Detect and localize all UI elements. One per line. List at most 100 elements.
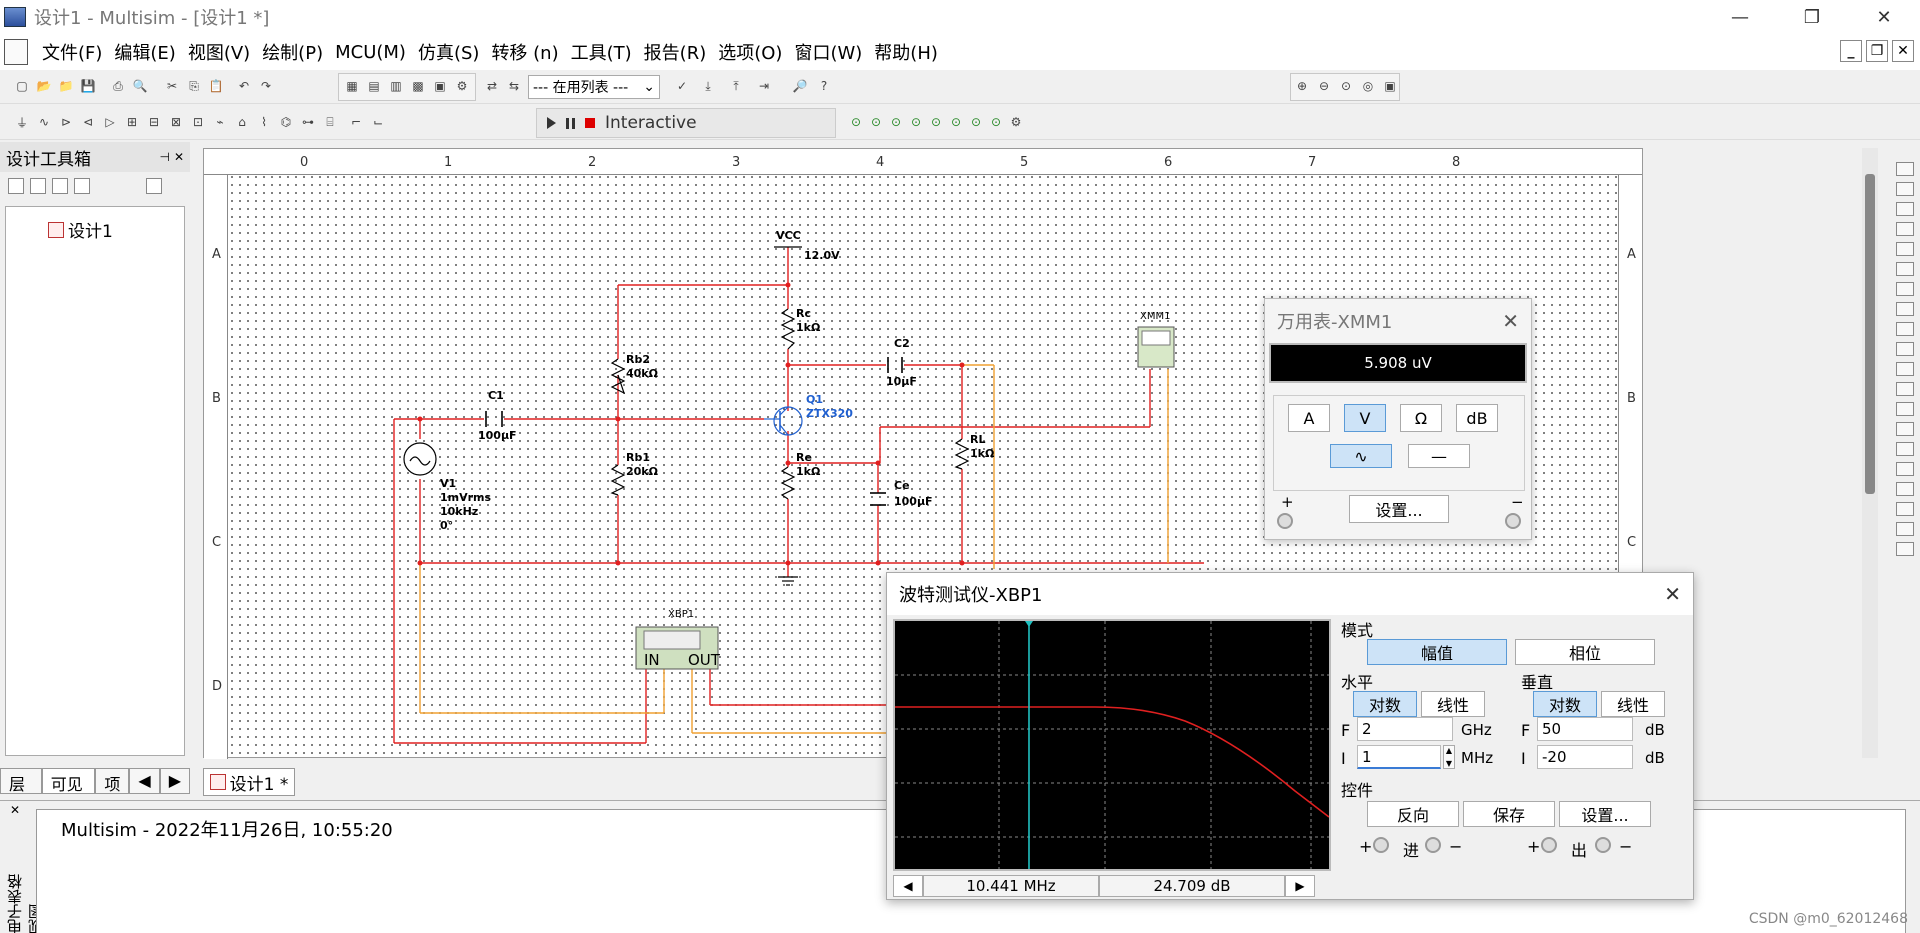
analog-icon[interactable]: ▷ <box>100 112 120 132</box>
annotate-icon[interactable]: ⤒ <box>726 76 746 96</box>
tab-project[interactable]: 项 <box>95 768 130 794</box>
undo-icon[interactable]: ↶ <box>234 76 254 96</box>
new-design-icon[interactable] <box>8 178 24 194</box>
print-preview-icon[interactable]: 🔍 <box>130 76 150 96</box>
in-positive-terminal[interactable] <box>1373 837 1389 853</box>
horizontal-log-button[interactable]: 对数 <box>1353 691 1417 717</box>
open-sample-icon[interactable]: 📁 <box>56 76 76 96</box>
ohmmeter-button[interactable]: Ω <box>1400 404 1442 432</box>
menu-help[interactable]: 帮助(H) <box>868 39 944 65</box>
vertical-final-input[interactable]: 50 <box>1537 717 1633 741</box>
probe-digital-icon[interactable]: ⊙ <box>966 112 986 132</box>
interactive-mode-label[interactable]: Interactive <box>605 113 697 133</box>
paste-icon[interactable]: 📋 <box>206 76 226 96</box>
design-props-icon[interactable] <box>146 178 162 194</box>
menu-simulate[interactable]: 仿真(S) <box>412 39 485 65</box>
cursor-left-icon[interactable]: ◀ <box>893 875 923 897</box>
labview-icon[interactable] <box>1896 522 1914 536</box>
horizontal-initial-input[interactable]: 1 <box>1357 745 1441 769</box>
electromech-icon[interactable]: ⌬ <box>276 112 296 132</box>
vertical-initial-input[interactable]: -20 <box>1537 745 1633 769</box>
menu-mcu[interactable]: MCU(M) <box>329 42 412 63</box>
spin-up-icon[interactable]: ▲ <box>1446 746 1452 755</box>
ttl-icon[interactable]: ⊞ <box>122 112 142 132</box>
probe-voltage-icon[interactable]: ⊙ <box>866 112 886 132</box>
logic-converter-icon[interactable] <box>1896 322 1914 336</box>
mdi-minimize-button[interactable]: _ <box>1840 40 1862 62</box>
zoom-sheet-icon[interactable]: ◎ <box>1358 76 1378 96</box>
source-icon[interactable]: ⏚ <box>12 112 32 132</box>
agilent-generator-icon[interactable] <box>1896 442 1914 456</box>
spin-down-icon[interactable]: ▼ <box>1446 759 1452 768</box>
multimeter-settings-button[interactable]: 设置... <box>1349 495 1449 523</box>
phase-button[interactable]: 相位 <box>1515 639 1655 665</box>
stop-icon[interactable] <box>585 118 595 128</box>
export-icon[interactable]: ⤓ <box>698 76 718 96</box>
menu-options[interactable]: 选项(O) <box>712 39 788 65</box>
horizontal-final-unit[interactable]: GHz <box>1461 721 1492 739</box>
find-icon[interactable]: 🔎 <box>790 76 810 96</box>
close-button[interactable]: ✕ <box>1848 0 1920 34</box>
distortion-analyzer-icon[interactable] <box>1896 382 1914 396</box>
tab-hierarchy[interactable]: 层级 <box>0 768 42 818</box>
connector-icon[interactable]: ⊶ <box>298 112 318 132</box>
output-close-icon[interactable]: ✕ <box>10 803 20 817</box>
network-analyzer-icon[interactable] <box>1896 422 1914 436</box>
menu-tools[interactable]: 工具(T) <box>565 39 638 65</box>
probe-icon[interactable]: ⊙ <box>846 112 866 132</box>
probe-ref-icon[interactable]: ⊙ <box>946 112 966 132</box>
in-use-icon[interactable]: ⇄ <box>482 76 502 96</box>
fullscreen-icon[interactable]: ▣ <box>1380 76 1400 96</box>
probe-dynamic-icon[interactable]: ⊙ <box>986 112 1006 132</box>
toggle-fullscreen-icon[interactable]: ▦ <box>342 76 362 96</box>
settings-button[interactable]: 设置... <box>1559 801 1651 827</box>
save-design-icon[interactable] <box>52 178 68 194</box>
horizontal-linear-button[interactable]: 线性 <box>1421 691 1485 717</box>
menu-place[interactable]: 绘制(P) <box>256 39 329 65</box>
power-icon[interactable]: ⌁ <box>210 112 230 132</box>
menu-edit[interactable]: 编辑(E) <box>108 39 181 65</box>
reverse-button[interactable]: 反向 <box>1367 801 1459 827</box>
help-icon[interactable]: ? <box>814 76 834 96</box>
cut-icon[interactable]: ✂ <box>162 76 182 96</box>
mdi-restore-button[interactable]: ❐ <box>1866 40 1888 62</box>
horizontal-initial-spinner[interactable]: ▲ ▼ <box>1443 745 1455 769</box>
bode-plotter-icon[interactable] <box>1896 262 1914 276</box>
tektronix-icon[interactable] <box>1896 502 1914 516</box>
scrollbar-thumb[interactable] <box>1865 174 1875 494</box>
menu-view[interactable]: 视图(V) <box>182 39 256 65</box>
agilent-oscilloscope-icon[interactable] <box>1896 482 1914 496</box>
redo-icon[interactable]: ↷ <box>256 76 276 96</box>
mdi-close-button[interactable]: ✕ <box>1892 40 1914 62</box>
maximize-button[interactable]: ❐ <box>1776 0 1848 34</box>
current-probe-icon[interactable] <box>1896 542 1914 556</box>
ammeter-button[interactable]: A <box>1288 404 1330 432</box>
indicator-icon[interactable]: ⊡ <box>188 112 208 132</box>
database-icon[interactable]: ▣ <box>430 76 450 96</box>
probe-diff-icon[interactable]: ⊙ <box>926 112 946 132</box>
multimeter-icon[interactable] <box>1896 162 1914 176</box>
vertical-initial-unit[interactable]: dB <box>1645 749 1665 767</box>
cursor-right-icon[interactable]: ▶ <box>1285 875 1315 897</box>
tab-scroll-right-icon[interactable]: ▶ <box>159 768 190 794</box>
ac-mode-button[interactable]: ∿ <box>1330 444 1392 468</box>
agilent-multimeter-icon[interactable] <box>1896 462 1914 476</box>
decibel-button[interactable]: dB <box>1456 404 1498 432</box>
magnitude-button[interactable]: 幅值 <box>1367 639 1507 665</box>
probe-current-icon[interactable]: ⊙ <box>886 112 906 132</box>
open-design-icon[interactable] <box>30 178 46 194</box>
in-negative-terminal[interactable] <box>1425 837 1441 853</box>
voltmeter-button[interactable]: V <box>1344 404 1386 432</box>
horizontal-initial-unit[interactable]: MHz <box>1461 749 1493 767</box>
document-tab[interactable]: 设计1 * <box>203 768 295 796</box>
menu-reports[interactable]: 报告(R) <box>638 39 713 65</box>
dc-mode-button[interactable]: — <box>1408 444 1470 468</box>
new-icon[interactable]: ▢ <box>12 76 32 96</box>
positive-terminal[interactable] <box>1277 513 1293 529</box>
grapher-icon[interactable]: ▤ <box>364 76 384 96</box>
wattmeter-icon[interactable] <box>1896 202 1914 216</box>
negative-terminal[interactable] <box>1505 513 1521 529</box>
probe-settings-icon[interactable]: ⚙ <box>1006 112 1026 132</box>
bode-plot-display[interactable] <box>893 619 1331 871</box>
save-button[interactable]: 保存 <box>1463 801 1555 827</box>
